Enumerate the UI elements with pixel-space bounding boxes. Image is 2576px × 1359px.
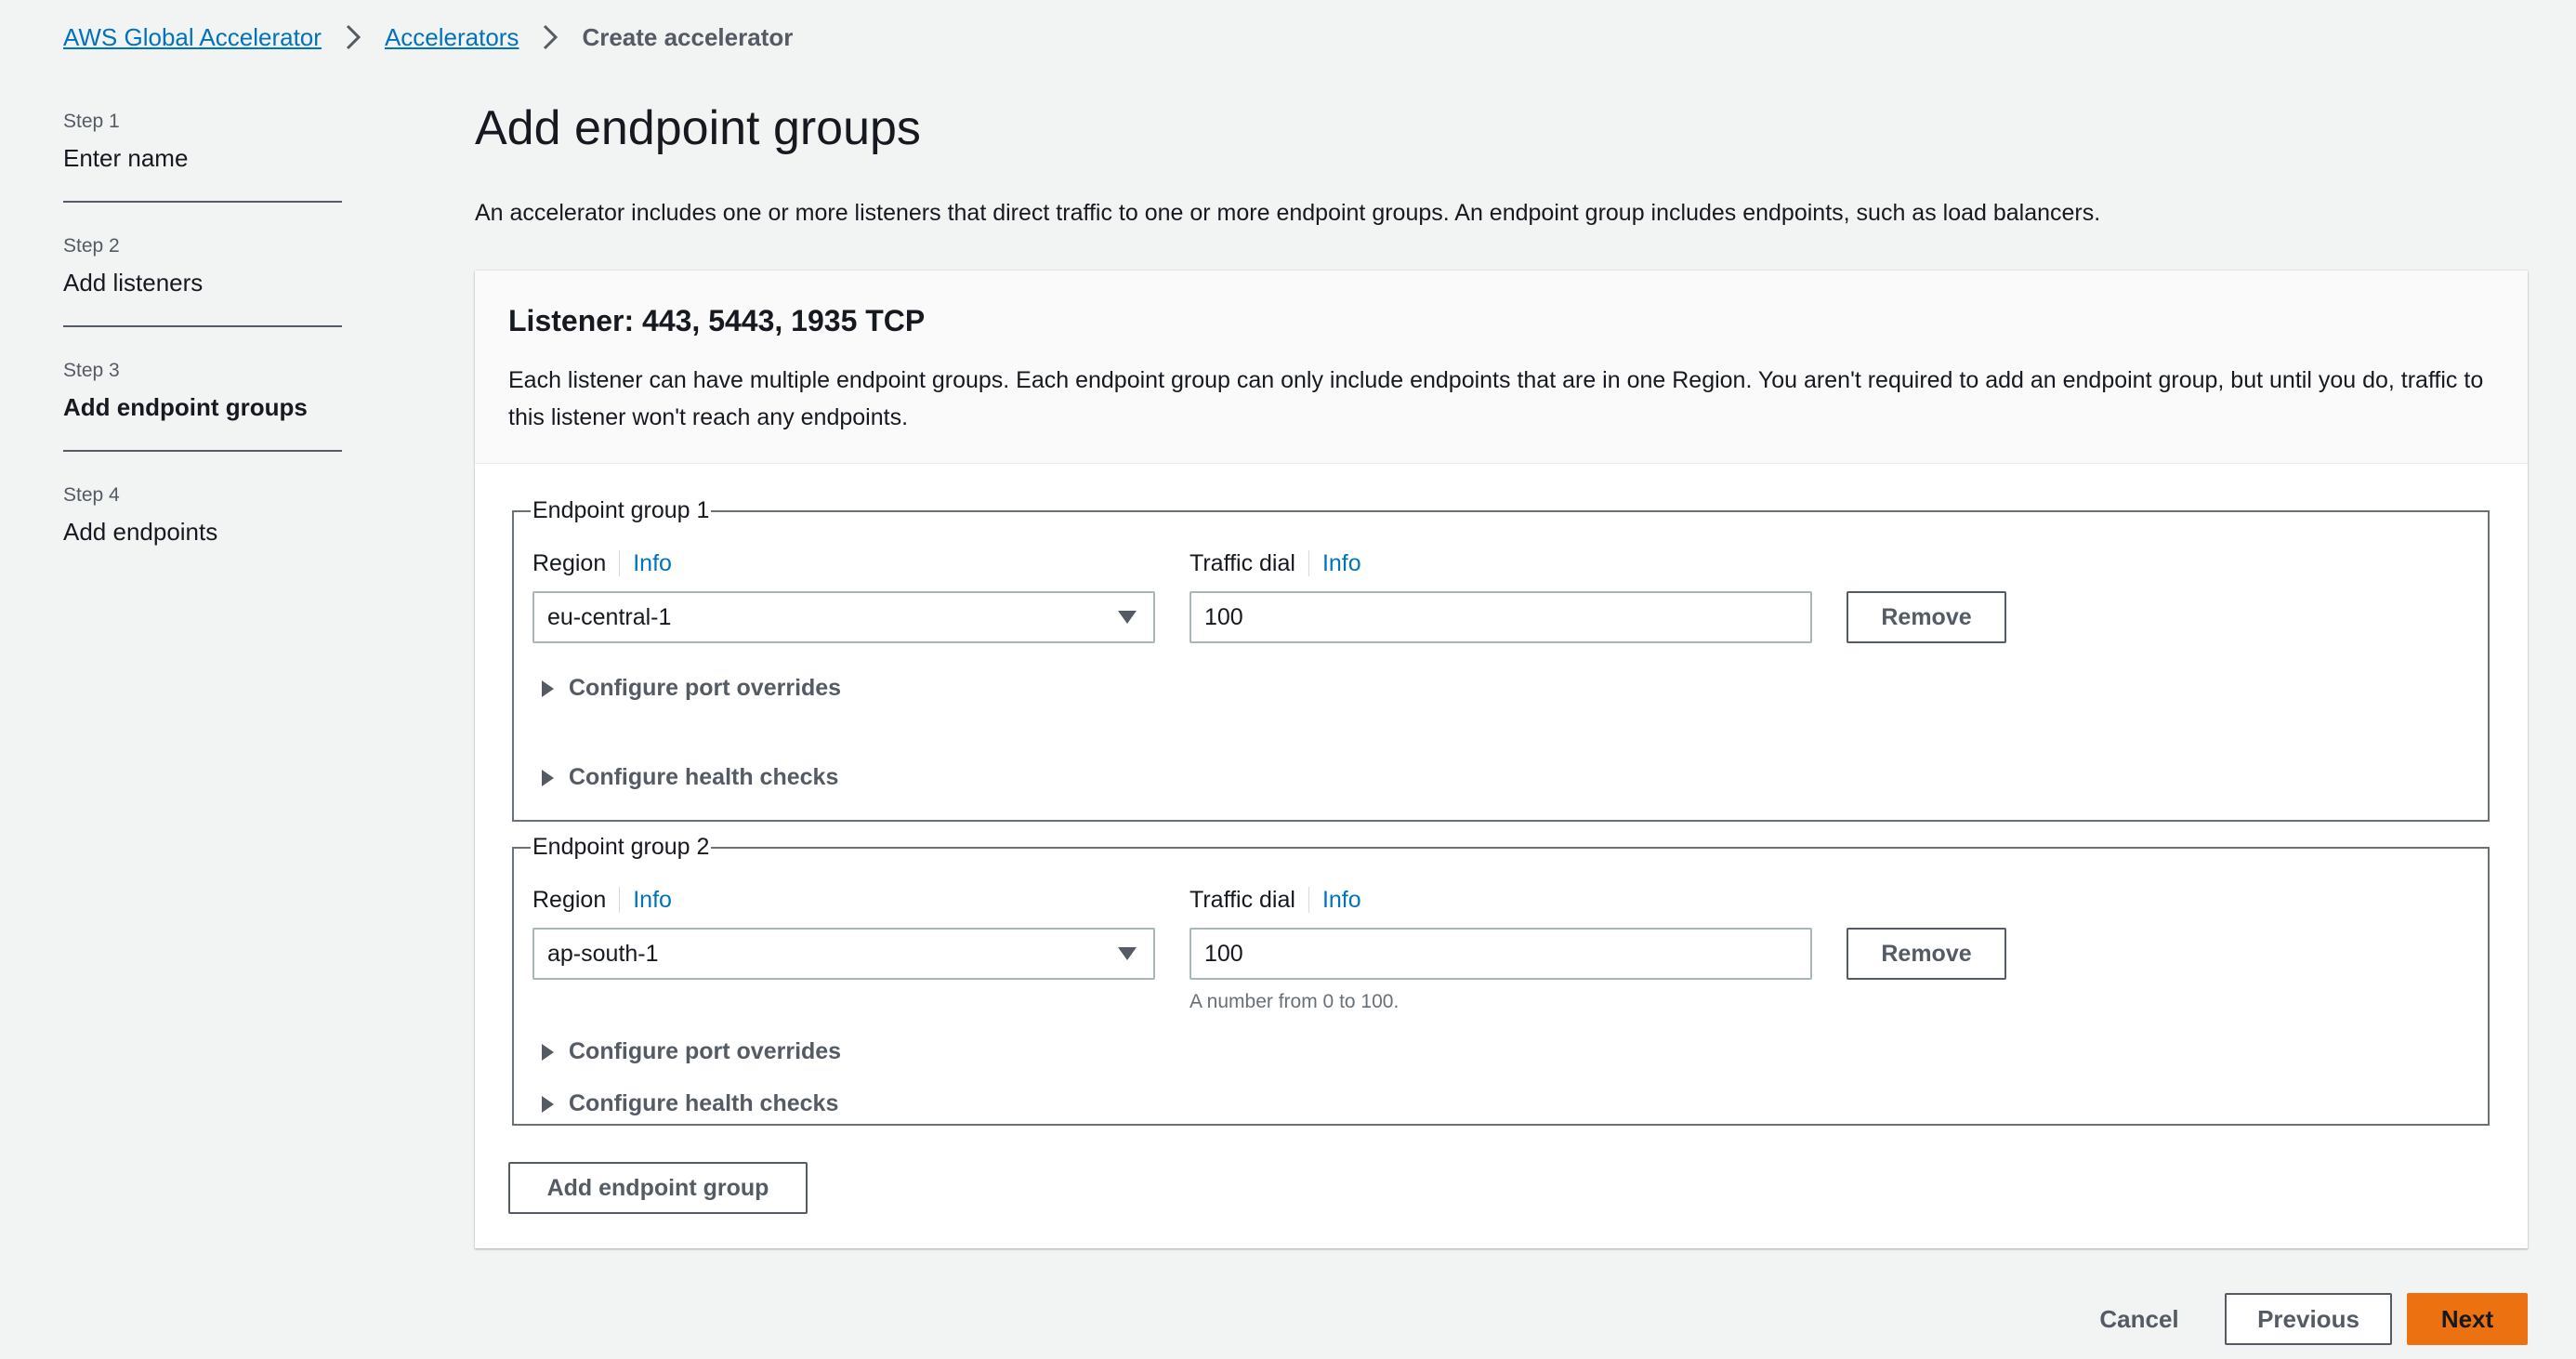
region-info-link[interactable]: Info bbox=[619, 887, 672, 913]
step-number: Step 4 bbox=[63, 484, 120, 506]
health-checks-label: Configure health checks bbox=[569, 764, 839, 790]
traffic-dial-input[interactable] bbox=[1189, 928, 1812, 980]
wizard-step-3: Step 3 Add endpoint groups bbox=[63, 356, 342, 481]
endpoint-group-legend: Endpoint group 1 bbox=[532, 497, 710, 523]
breadcrumb-current: Create accelerator bbox=[582, 22, 794, 51]
caret-down-icon bbox=[1118, 947, 1137, 960]
health-checks-label: Configure health checks bbox=[569, 1090, 839, 1116]
traffic-dial-input[interactable] bbox=[1189, 591, 1812, 643]
traffic-dial-info-link[interactable]: Info bbox=[1308, 550, 1361, 576]
page-description: An accelerator includes one or more list… bbox=[475, 200, 2101, 226]
port-overrides-label: Configure port overrides bbox=[569, 1038, 842, 1064]
wizard-step-1: Step 1 Enter name bbox=[63, 107, 342, 231]
breadcrumb-link-accelerators[interactable]: Accelerators bbox=[385, 23, 519, 52]
remove-button[interactable]: Remove bbox=[1847, 591, 2006, 643]
region-label: Region Info bbox=[532, 887, 672, 914]
add-endpoint-group-button[interactable]: Add endpoint group bbox=[508, 1162, 808, 1214]
traffic-dial-label-text: Traffic dial bbox=[1189, 550, 1295, 576]
step-divider bbox=[63, 201, 342, 203]
caret-right-icon bbox=[542, 1095, 554, 1113]
wizard-step-2: Step 2 Add listeners bbox=[63, 231, 342, 356]
traffic-dial-label-text: Traffic dial bbox=[1189, 887, 1295, 913]
traffic-dial-info-link[interactable]: Info bbox=[1308, 887, 1361, 913]
region-select-value: eu-central-1 bbox=[547, 603, 672, 630]
health-checks-expander[interactable]: Configure health checks bbox=[542, 1090, 838, 1117]
step-number: Step 3 bbox=[63, 360, 120, 381]
step-divider bbox=[63, 325, 342, 327]
endpoint-group-legend: Endpoint group 2 bbox=[532, 834, 710, 860]
endpoint-group-1: Endpoint group 1 Region Info eu-central-1… bbox=[512, 497, 2490, 822]
breadcrumb-link-global-accelerator[interactable]: AWS Global Accelerator bbox=[63, 23, 322, 52]
chevron-right-icon bbox=[533, 20, 567, 54]
traffic-dial-label: Traffic dial Info bbox=[1189, 887, 1361, 914]
step-title: Enter name bbox=[63, 144, 189, 172]
port-overrides-expander[interactable]: Configure port overrides bbox=[542, 1038, 841, 1065]
step-title-active: Add endpoint groups bbox=[63, 393, 308, 421]
listener-title: Listener: 443, 5443, 1935 TCP bbox=[508, 304, 926, 337]
caret-right-icon bbox=[542, 1043, 554, 1061]
step-title: Add endpoints bbox=[63, 518, 218, 546]
wizard-steps: Step 1 Enter name Step 2 Add listeners S… bbox=[63, 107, 342, 605]
step-number: Step 1 bbox=[63, 111, 120, 132]
page-title: Add endpoint groups bbox=[475, 101, 921, 155]
traffic-dial-label: Traffic dial Info bbox=[1189, 550, 1361, 577]
listener-panel: Listener: 443, 5443, 1935 TCP Each liste… bbox=[475, 270, 2528, 1248]
caret-right-icon bbox=[542, 769, 554, 786]
breadcrumb: AWS Global Accelerator Accelerators Crea… bbox=[63, 20, 793, 54]
port-overrides-expander[interactable]: Configure port overrides bbox=[542, 675, 841, 702]
region-select[interactable]: ap-south-1 bbox=[532, 928, 1155, 980]
wizard-step-4: Step 4 Add endpoints bbox=[63, 481, 342, 605]
health-checks-expander[interactable]: Configure health checks bbox=[542, 764, 838, 791]
previous-button[interactable]: Previous bbox=[2225, 1293, 2392, 1345]
listener-header: Listener: 443, 5443, 1935 TCP Each liste… bbox=[475, 270, 2528, 464]
caret-down-icon bbox=[1118, 611, 1137, 624]
step-divider bbox=[63, 450, 342, 452]
traffic-dial-hint: A number from 0 to 100. bbox=[1189, 991, 1400, 1012]
caret-right-icon bbox=[542, 680, 554, 697]
region-select-value: ap-south-1 bbox=[547, 940, 659, 967]
next-button[interactable]: Next bbox=[2407, 1293, 2528, 1345]
region-select[interactable]: eu-central-1 bbox=[532, 591, 1155, 643]
step-title: Add listeners bbox=[63, 269, 204, 297]
region-info-link[interactable]: Info bbox=[619, 550, 672, 576]
cancel-button[interactable]: Cancel bbox=[2074, 1293, 2204, 1345]
endpoint-group-2: Endpoint group 2 Region Info ap-south-1 T… bbox=[512, 834, 2490, 1126]
remove-button[interactable]: Remove bbox=[1847, 928, 2006, 980]
region-label-text: Region bbox=[532, 887, 607, 913]
port-overrides-label: Configure port overrides bbox=[569, 675, 842, 701]
chevron-right-icon bbox=[336, 20, 370, 54]
step-number: Step 2 bbox=[63, 235, 120, 257]
listener-description: Each listener can have multiple endpoint… bbox=[508, 367, 2484, 430]
region-label: Region Info bbox=[532, 550, 672, 577]
region-label-text: Region bbox=[532, 550, 607, 576]
